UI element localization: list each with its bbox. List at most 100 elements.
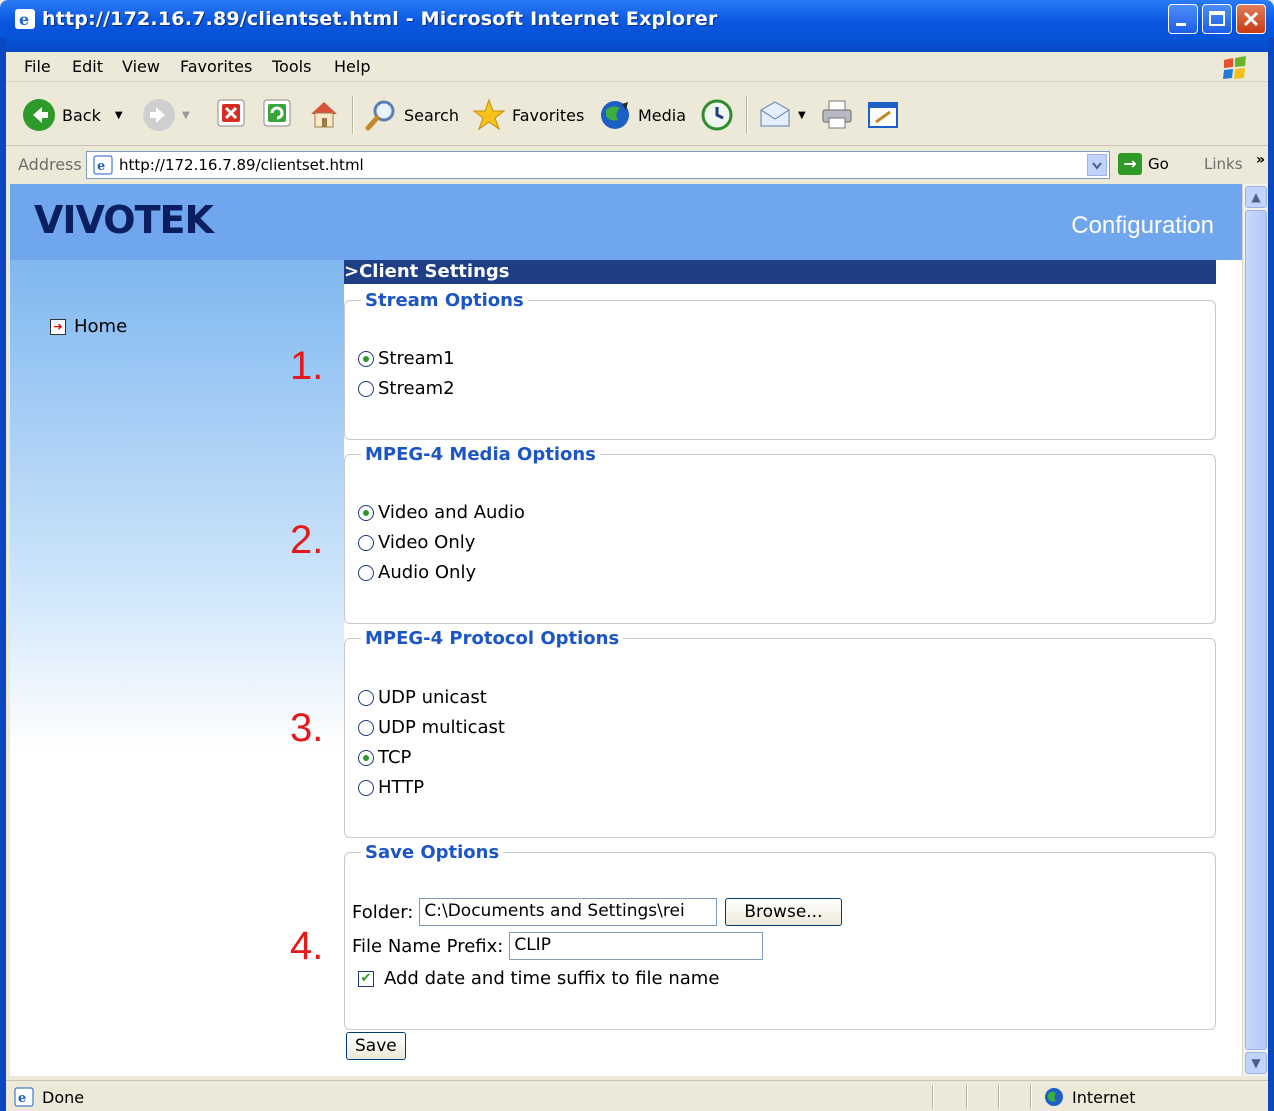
file-name-prefix-label: File Name Prefix: bbox=[352, 935, 504, 957]
brand-logo: VIVOTEK bbox=[34, 198, 214, 242]
tcp-option[interactable]: TCP bbox=[358, 747, 411, 768]
security-zone: Internet bbox=[1044, 1087, 1136, 1107]
stream1-option[interactable]: Stream1 bbox=[358, 348, 455, 369]
title-bar: e http://172.16.7.89/clientset.html - Mi… bbox=[0, 0, 1274, 56]
nav-home-link[interactable]: ➔ Home bbox=[50, 316, 127, 337]
video-and-audio-radio[interactable] bbox=[358, 504, 374, 521]
star-icon bbox=[472, 98, 506, 131]
arrow-right-icon: ➔ bbox=[50, 318, 66, 335]
udp-unicast-option[interactable]: UDP unicast bbox=[358, 687, 487, 708]
address-label: Address bbox=[18, 155, 82, 174]
scroll-up-icon[interactable]: ▲ bbox=[1245, 186, 1267, 208]
menu-tools[interactable]: Tools bbox=[272, 57, 311, 76]
print-button[interactable] bbox=[820, 98, 854, 132]
audio-only-label: Audio Only bbox=[378, 562, 477, 583]
maximize-button[interactable] bbox=[1202, 4, 1232, 34]
page-icon: e bbox=[93, 155, 113, 175]
tcp-radio[interactable] bbox=[358, 749, 374, 766]
back-dropdown-icon[interactable]: ▼ bbox=[115, 110, 123, 121]
save-options-legend: Save Options bbox=[365, 842, 500, 863]
scroll-thumb[interactable] bbox=[1245, 210, 1267, 1050]
forward-dropdown-icon[interactable]: ▼ bbox=[182, 110, 190, 121]
save-button[interactable]: Save bbox=[346, 1032, 406, 1060]
folder-row: Folder: C:\Documents and Settings\rei Br… bbox=[352, 898, 842, 926]
back-label: Back bbox=[62, 105, 101, 125]
windows-logo-icon bbox=[1223, 56, 1246, 79]
menu-view[interactable]: View bbox=[122, 57, 160, 76]
audio-only-radio[interactable] bbox=[358, 564, 374, 581]
mail-dropdown-icon[interactable]: ▼ bbox=[798, 110, 806, 121]
media-icon bbox=[601, 101, 629, 129]
svg-text:e: e bbox=[97, 159, 105, 174]
udp-unicast-radio[interactable] bbox=[358, 689, 374, 706]
page-header-title: Configuration bbox=[1071, 212, 1214, 239]
address-url: http://172.16.7.89/clientset.html bbox=[119, 156, 364, 174]
media-button[interactable]: Media bbox=[598, 98, 686, 132]
forward-button[interactable]: ▼ bbox=[142, 98, 190, 132]
window-frame-left bbox=[0, 38, 6, 1111]
folder-input[interactable]: C:\Documents and Settings\rei bbox=[419, 898, 718, 926]
stream2-radio[interactable] bbox=[358, 380, 374, 397]
go-arrow-icon: → bbox=[1118, 153, 1142, 175]
file-name-prefix-input[interactable]: CLIP bbox=[509, 932, 764, 960]
http-label: HTTP bbox=[378, 777, 425, 798]
stop-button[interactable] bbox=[216, 98, 246, 128]
media-label: Media bbox=[638, 105, 687, 125]
stream1-radio[interactable] bbox=[358, 350, 374, 367]
chevron-right-icon[interactable]: » bbox=[1256, 152, 1265, 168]
edit-page-icon bbox=[868, 102, 898, 128]
browse-button[interactable]: Browse... bbox=[725, 898, 842, 926]
stream2-label: Stream2 bbox=[378, 378, 455, 399]
links-label[interactable]: Links bbox=[1204, 155, 1243, 173]
search-label: Search bbox=[404, 105, 459, 125]
window-title: http://172.16.7.89/clientset.html - Micr… bbox=[42, 8, 718, 30]
minimize-button[interactable] bbox=[1168, 4, 1198, 34]
close-button[interactable] bbox=[1236, 4, 1266, 34]
page-done-icon: e bbox=[14, 1087, 34, 1107]
checkmark-icon[interactable]: ✔ bbox=[358, 970, 374, 987]
search-icon bbox=[365, 100, 395, 131]
favorites-button[interactable]: Favorites bbox=[472, 98, 584, 132]
video-and-audio-option[interactable]: Video and Audio bbox=[358, 502, 525, 523]
address-dropdown-icon[interactable] bbox=[1087, 154, 1107, 176]
tcp-label: TCP bbox=[378, 747, 412, 768]
http-option[interactable]: HTTP bbox=[358, 777, 424, 798]
stream2-option[interactable]: Stream2 bbox=[358, 378, 455, 399]
udp-multicast-radio[interactable] bbox=[358, 719, 374, 736]
edit-button[interactable] bbox=[866, 98, 900, 132]
status-done: e Done bbox=[14, 1087, 84, 1107]
video-only-option[interactable]: Video Only bbox=[358, 532, 475, 553]
audio-only-option[interactable]: Audio Only bbox=[358, 562, 476, 583]
menu-favorites[interactable]: Favorites bbox=[180, 57, 252, 76]
go-label: Go bbox=[1148, 155, 1169, 173]
udp-multicast-option[interactable]: UDP multicast bbox=[358, 717, 505, 738]
search-button[interactable]: Search bbox=[364, 98, 459, 132]
scroll-down-icon[interactable]: ▼ bbox=[1245, 1052, 1267, 1074]
media-options-legend: MPEG-4 Media Options bbox=[365, 444, 596, 465]
home-icon bbox=[311, 102, 337, 128]
video-only-radio[interactable] bbox=[358, 534, 374, 551]
mail-button[interactable]: ▼ bbox=[758, 98, 806, 132]
globe-icon bbox=[1045, 1088, 1063, 1106]
back-button[interactable]: Back ▼ bbox=[22, 98, 123, 132]
menu-edit[interactable]: Edit bbox=[72, 57, 103, 76]
prefix-row: File Name Prefix: CLIP bbox=[352, 932, 764, 960]
menu-file[interactable]: File bbox=[24, 57, 51, 76]
menu-help[interactable]: Help bbox=[334, 57, 370, 76]
refresh-icon bbox=[263, 99, 291, 127]
address-bar: Address e http://172.16.7.89/clientset.h… bbox=[6, 148, 1268, 182]
history-button[interactable] bbox=[700, 98, 734, 132]
stream-options-legend: Stream Options bbox=[365, 290, 524, 311]
address-input[interactable]: e http://172.16.7.89/clientset.html bbox=[86, 151, 1110, 179]
header-band: VIVOTEK Configuration bbox=[10, 184, 1242, 260]
vertical-scrollbar[interactable]: ▲ ▼ bbox=[1242, 184, 1268, 1076]
minimize-icon bbox=[1176, 23, 1186, 26]
home-button[interactable] bbox=[308, 98, 340, 130]
date-suffix-option[interactable]: ✔ Add date and time suffix to file name bbox=[358, 968, 719, 989]
go-button[interactable]: → Go bbox=[1118, 153, 1169, 175]
page-content: VIVOTEK Configuration ➔ Home >Client Set… bbox=[10, 184, 1242, 1076]
refresh-button[interactable] bbox=[262, 98, 292, 128]
nav-home-label: Home bbox=[74, 316, 128, 337]
protocol-options-legend: MPEG-4 Protocol Options bbox=[365, 628, 620, 649]
http-radio[interactable] bbox=[358, 779, 374, 796]
